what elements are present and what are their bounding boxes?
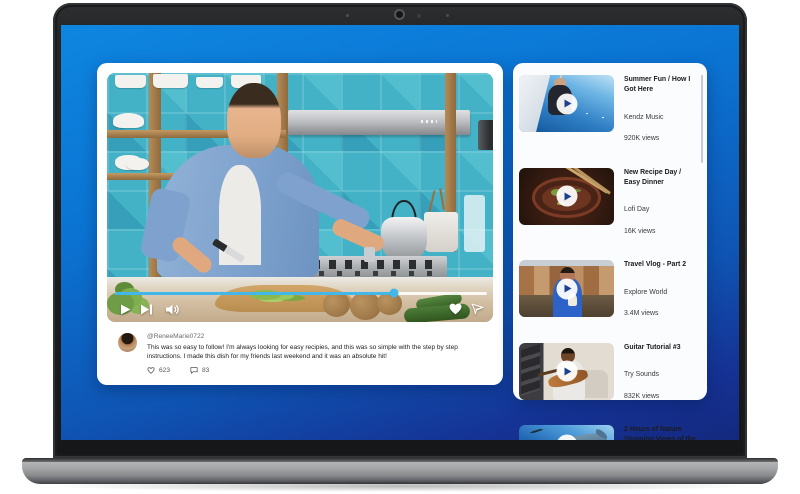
gas-stove — [307, 256, 447, 279]
suggestion-text: New Recipe Day / Easy Dinner Lofi Day 16… — [624, 168, 699, 249]
reply-count-icon[interactable] — [190, 367, 198, 374]
range-hood — [288, 110, 470, 136]
laptop-shadow — [45, 480, 755, 492]
suggestion-item[interactable]: Summer Fun / How I Got Here Kendz Music … — [519, 75, 699, 156]
reply-count[interactable]: 83 — [202, 367, 209, 374]
progress-handle[interactable] — [389, 288, 399, 298]
paper-plane-icon — [471, 303, 483, 315]
sail-art — [519, 75, 552, 132]
comment-meta: 623 83 — [147, 367, 491, 374]
play-overlay-icon[interactable] — [556, 278, 577, 300]
video-title[interactable]: New Recipe Day / Easy Dinner — [624, 168, 699, 188]
play-overlay-icon[interactable] — [556, 93, 577, 114]
suggestion-item[interactable]: Guitar Tutorial #3 Try Sounds 832K views — [519, 342, 699, 414]
play-icon — [120, 304, 130, 314]
up-next-panel: Summer Fun / How I Got Here Kendz Music … — [513, 63, 707, 440]
view-count: 832K views — [624, 392, 660, 400]
hinge-seam — [22, 458, 778, 462]
hood-controls — [421, 119, 438, 123]
video-thumbnail[interactable] — [519, 260, 614, 318]
progress-fill — [115, 291, 394, 295]
glass-jar — [464, 195, 486, 253]
mic-dot-left — [346, 14, 349, 17]
comment-text: This was so easy to follow! I'm always l… — [147, 343, 458, 361]
play-button[interactable] — [117, 302, 133, 316]
suggestion-item[interactable]: 2 Hours of Nature Stunning Views of the … — [519, 425, 699, 440]
video-title[interactable]: 2 Hours of Nature Stunning Views of the … — [624, 425, 699, 440]
suggestion-text: Travel Vlog - Part 2 Explore World 3.4M … — [624, 260, 699, 331]
stove-knobs — [318, 271, 436, 276]
dish — [114, 75, 146, 88]
play-overlay-icon[interactable] — [556, 185, 577, 207]
commenter-avatar[interactable] — [118, 333, 137, 352]
wrist-watch — [363, 247, 376, 263]
laptop-lid: @ReneeMarie0722 This was so easy to foll… — [53, 3, 747, 458]
channel-name[interactable]: Lofi Day — [624, 205, 699, 216]
share-button[interactable] — [469, 302, 485, 316]
volume-button[interactable] — [164, 302, 180, 316]
commenter-username[interactable]: @ReneeMarie0722 — [147, 333, 491, 340]
suggestion-text: Guitar Tutorial #3 Try Sounds 832K views — [624, 343, 699, 414]
play-overlay-icon[interactable] — [556, 360, 577, 382]
like-count-icon[interactable] — [147, 367, 155, 374]
dish — [126, 157, 150, 171]
thermos — [477, 120, 493, 151]
view-count: 3.4M views — [624, 310, 659, 318]
chef-head — [226, 82, 281, 158]
utensil-crock — [423, 212, 459, 253]
camera-sensor — [417, 14, 421, 18]
like-button[interactable] — [447, 302, 463, 316]
video-meta: Lofi Day 16K views — [624, 195, 699, 249]
stove-grates — [313, 260, 442, 269]
suggestion-item[interactable]: Travel Vlog - Part 2 Explore World 3.4M … — [519, 260, 699, 331]
view-count: 16K views — [624, 227, 656, 235]
dish — [153, 74, 189, 88]
video-thumbnail[interactable] — [519, 167, 614, 225]
comment-item: @ReneeMarie0722 This was so easy to foll… — [118, 333, 491, 374]
suggestion-item[interactable]: New Recipe Day / Easy Dinner Lofi Day 16… — [519, 167, 699, 249]
like-count[interactable]: 623 — [159, 367, 170, 374]
webcam — [394, 9, 405, 20]
heart-icon — [449, 303, 461, 315]
dish — [112, 112, 144, 128]
scrollbar[interactable] — [701, 75, 703, 163]
channel-name[interactable]: Kendz Music — [624, 113, 699, 124]
mic-dot-right — [446, 14, 449, 17]
channel-name[interactable]: Try Sounds — [624, 370, 699, 381]
next-button[interactable] — [139, 302, 155, 316]
video-thumbnail[interactable] — [519, 425, 614, 440]
channel-name[interactable]: Explore World — [624, 288, 699, 299]
progress-bar[interactable] — [115, 288, 487, 298]
video-card: @ReneeMarie0722 This was so easy to foll… — [97, 63, 503, 385]
video-title[interactable]: Guitar Tutorial #3 — [624, 343, 699, 353]
video-thumbnail[interactable] — [519, 75, 614, 132]
comment-body: @ReneeMarie0722 This was so easy to foll… — [147, 333, 491, 374]
suggestion-text: Summer Fun / How I Got Here Kendz Music … — [624, 75, 699, 156]
volume-icon — [165, 304, 179, 314]
view-count: 920K views — [624, 135, 660, 143]
video-thumbnail[interactable] — [519, 342, 614, 400]
stairs-art — [520, 344, 540, 396]
video-meta: Explore World 3.4M views — [624, 277, 699, 331]
video-player[interactable] — [107, 73, 493, 322]
video-meta: Try Sounds 832K views — [624, 360, 699, 414]
desktop-wallpaper: @ReneeMarie0722 This was so easy to foll… — [61, 25, 739, 440]
diver-art — [530, 428, 544, 435]
potato — [323, 292, 351, 318]
suggestion-text: 2 Hours of Nature Stunning Views of the … — [624, 425, 699, 440]
video-meta: Kendz Music 920K views — [624, 102, 699, 156]
suggestion-list: Summer Fun / How I Got Here Kendz Music … — [519, 75, 699, 440]
video-title[interactable]: Summer Fun / How I Got Here — [624, 75, 699, 95]
video-title[interactable]: Travel Vlog - Part 2 — [624, 260, 699, 270]
laptop-mockup: @ReneeMarie0722 This was so easy to foll… — [0, 0, 800, 494]
next-track-icon — [141, 304, 152, 314]
dish — [195, 76, 223, 88]
